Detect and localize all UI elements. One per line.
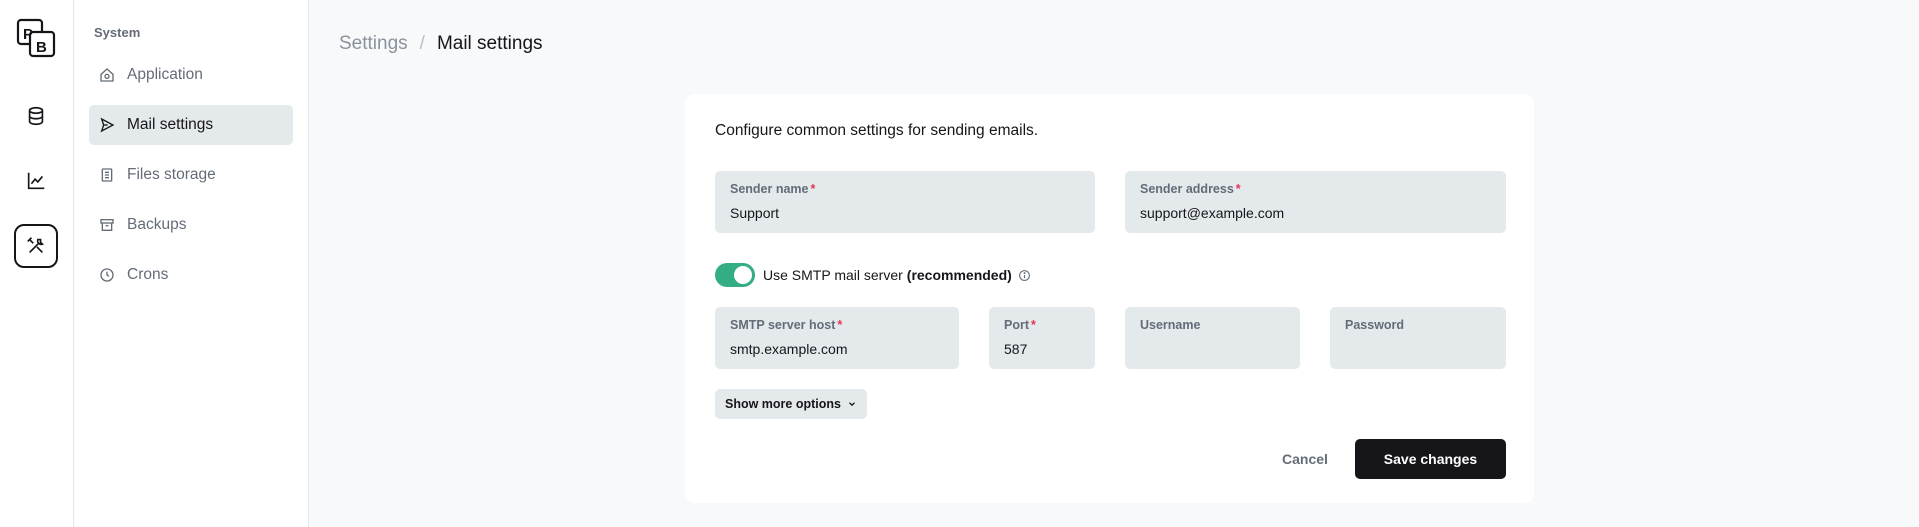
field-label: Port [1004, 318, 1029, 332]
sender-name-field[interactable]: Sender name * Support [715, 171, 1095, 233]
required-marker: * [810, 182, 816, 196]
info-icon[interactable] [1018, 269, 1031, 282]
rail-collections-button[interactable] [14, 94, 58, 138]
sidebar-item-label: Backups [127, 216, 187, 233]
show-more-options-button[interactable]: Show more options [715, 389, 867, 419]
sidebar-item-backups[interactable]: Backups [89, 205, 293, 245]
sidebar-item-label: Crons [127, 266, 169, 283]
breadcrumb-separator: / [419, 33, 425, 54]
field-label: Password [1345, 318, 1405, 332]
smtp-host-field[interactable]: SMTP server host * smtp.example.com [715, 307, 959, 369]
file-list-icon [99, 167, 115, 183]
smtp-host-input[interactable]: smtp.example.com [730, 341, 847, 357]
app-rail: P B [0, 0, 74, 527]
page-title: Mail settings [436, 33, 543, 54]
logo-letter-p: P [23, 26, 33, 43]
sidebar-item-label: Application [127, 66, 203, 83]
sidebar-item-label: Mail settings [127, 116, 214, 133]
sender-address-field[interactable]: Sender address * support@example.com [1125, 171, 1506, 233]
sender-address-input[interactable]: support@example.com [1140, 205, 1284, 221]
username-field[interactable]: Username [1125, 307, 1300, 369]
show-more-label: Show more options [725, 397, 841, 411]
required-marker: * [1031, 318, 1036, 332]
chevron-down-icon [849, 402, 855, 407]
smtp-toggle-label[interactable]: Use SMTP mail server [763, 267, 903, 283]
field-label: Sender name [730, 182, 809, 196]
smtp-toggle-row: Use SMTP mail server (recommended) [715, 263, 1031, 287]
field-label: Username [1140, 318, 1201, 332]
required-marker: * [837, 318, 843, 332]
sidebar-item-crons[interactable]: Crons [89, 255, 293, 295]
database-icon [28, 106, 44, 126]
settings-sidebar: System Application Mail settings Files s… [75, 0, 309, 527]
panel-description: Configure common settings for sending em… [715, 122, 1039, 139]
logo-letter-b: B [36, 39, 47, 56]
cancel-button[interactable]: Cancel [1255, 439, 1355, 479]
chart-line-icon [27, 172, 45, 190]
port-field[interactable]: Port * 587 [989, 307, 1095, 369]
sidebar-item-files-storage[interactable]: Files storage [89, 155, 293, 195]
field-label: Sender address [1140, 182, 1234, 196]
sender-name-input[interactable]: Support [730, 205, 779, 221]
send-plane-icon [99, 117, 115, 133]
save-changes-button[interactable]: Save changes [1355, 439, 1506, 479]
smtp-toggle-recommended[interactable]: (recommended) [907, 267, 1012, 283]
breadcrumb-parent: Settings [339, 33, 408, 54]
smtp-toggle[interactable] [715, 263, 755, 287]
sidebar-item-application[interactable]: Application [89, 55, 293, 95]
sidebar-heading: System [94, 25, 141, 40]
breadcrumb: Settings / Mail settings [339, 33, 543, 55]
home-gear-icon [99, 67, 115, 83]
field-label: SMTP server host [730, 318, 836, 332]
clock-icon [99, 267, 115, 283]
pocketbase-logo[interactable]: P B [16, 18, 56, 58]
port-input[interactable]: 587 [1004, 341, 1027, 357]
mail-settings-panel: Configure common settings for sending em… [685, 94, 1534, 503]
toggle-knob [734, 266, 752, 284]
required-marker: * [1235, 182, 1241, 196]
archive-icon [99, 217, 115, 233]
sidebar-item-mail-settings[interactable]: Mail settings [89, 105, 293, 145]
password-field[interactable]: Password [1330, 307, 1506, 369]
sidebar-item-label: Files storage [127, 166, 216, 183]
rail-settings-button[interactable] [14, 224, 58, 268]
tools-icon [27, 237, 44, 254]
rail-logs-button[interactable] [14, 159, 58, 203]
